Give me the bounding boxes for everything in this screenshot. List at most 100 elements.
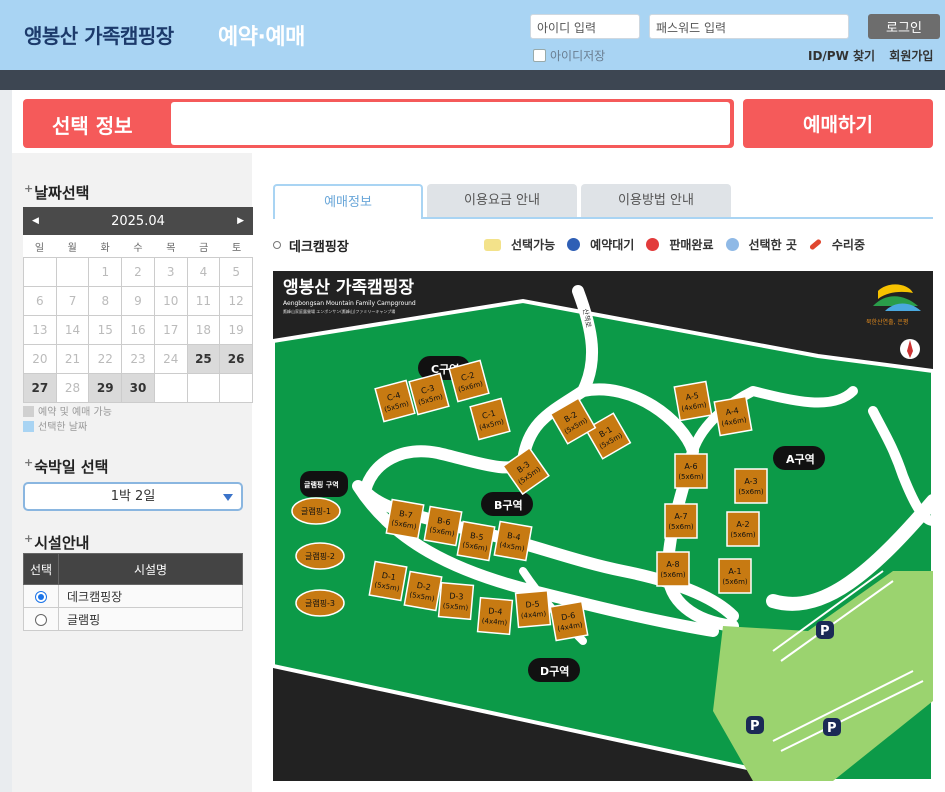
id-input[interactable]: 아이디 입력 bbox=[530, 14, 640, 39]
calendar-day: 10 bbox=[154, 287, 188, 316]
info-tabs: 예매정보 이용요금 안내 이용방법 안내 bbox=[273, 184, 933, 219]
tab-fee-guide[interactable]: 이용요금 안내 bbox=[427, 184, 577, 217]
facility-radio-cell[interactable] bbox=[23, 584, 59, 608]
campsite[interactable]: A-7 (5x6m) bbox=[664, 503, 698, 539]
campsite-size: (5x6m) bbox=[730, 531, 756, 539]
campsite[interactable]: A-5(4x6m) bbox=[673, 380, 713, 422]
legend-repair: 수리중 bbox=[808, 236, 865, 253]
campsite-pad[interactable] bbox=[718, 558, 752, 594]
chevron-down-icon bbox=[223, 494, 233, 501]
campsite-size: (5x6m) bbox=[660, 571, 686, 579]
campsite[interactable]: D-6(4x4m) bbox=[549, 600, 589, 642]
legend-waiting-label: 예약대기 bbox=[590, 238, 635, 252]
campsite-pad[interactable] bbox=[734, 468, 768, 504]
campsite[interactable]: A-1 (5x6m) bbox=[718, 558, 752, 594]
logo-text: 북한산연출, 은평 bbox=[866, 318, 908, 326]
calendar-day: 28 bbox=[56, 374, 90, 403]
calendar: ◀ 2025.04 ▶ 일월화수목금토 1 2 3 4 5 6 7 8 9 10 11 12 13 14 1… bbox=[23, 207, 253, 403]
status-legend: 선택가능 예약대기 판매완료 선택한 곳 수리중 bbox=[484, 236, 865, 253]
weekday-label: 일 bbox=[34, 242, 45, 254]
legend-available: 예약 및 예매 가능 bbox=[38, 407, 112, 418]
clock-icon bbox=[567, 238, 581, 251]
campsite[interactable]: 글램핑-1 bbox=[291, 497, 341, 525]
site-subtitle: 예약·예매 bbox=[218, 25, 305, 50]
campsite[interactable]: A-2 (5x6m) bbox=[726, 511, 760, 547]
nights-select-value: 1박 2일 bbox=[110, 489, 156, 504]
campsite[interactable]: D-3(5x5m) bbox=[437, 581, 475, 621]
nights-select[interactable]: 1박 2일 bbox=[23, 482, 243, 511]
tab-booking-info[interactable]: 예매정보 bbox=[273, 184, 423, 219]
weekday-label: 화 bbox=[100, 242, 110, 254]
facility-row[interactable]: 데크캠핑장 bbox=[23, 584, 243, 608]
campsite-name: 글램핑-1 bbox=[301, 506, 331, 516]
find-id-pw-link[interactable]: ID/PW 찾기 bbox=[808, 49, 875, 63]
campsite[interactable]: A-4(4x6m) bbox=[713, 395, 753, 437]
campsite-name: 글램핑-2 bbox=[305, 551, 335, 561]
calendar-day[interactable]: 26 bbox=[220, 345, 253, 374]
tab-usage-guide[interactable]: 이용방법 안내 bbox=[581, 184, 731, 217]
prev-month-icon[interactable]: ◀ bbox=[32, 216, 39, 226]
calendar-day: 20 bbox=[24, 345, 57, 374]
calendar-day: 9 bbox=[122, 287, 155, 316]
book-button[interactable]: 예매하기 bbox=[743, 99, 933, 148]
facility-radio-cell[interactable] bbox=[23, 607, 59, 631]
campsite[interactable]: 글램핑-2 bbox=[295, 542, 345, 570]
campsite-pad[interactable] bbox=[713, 395, 753, 437]
checkbox-icon[interactable] bbox=[533, 49, 546, 62]
campsite[interactable]: D-4(4x4m) bbox=[476, 596, 514, 636]
campsite[interactable]: B-4(4x5m) bbox=[493, 520, 533, 562]
calendar-day bbox=[220, 374, 253, 403]
campsite-pad[interactable] bbox=[656, 551, 690, 587]
facility-row[interactable]: 글램핑 bbox=[23, 607, 243, 631]
date-section-heading: 날짜선택 bbox=[24, 182, 89, 203]
check-circle-icon bbox=[725, 238, 739, 251]
facility-radio[interactable] bbox=[35, 613, 47, 626]
campsite-name: D-3 bbox=[449, 591, 464, 601]
map-section-title: 데크캠핑장 bbox=[273, 236, 349, 255]
selection-info-field bbox=[171, 102, 730, 145]
campsite-name: A-8 bbox=[666, 560, 679, 569]
password-input[interactable]: 패스워드 입력 bbox=[649, 14, 849, 39]
facility-table: 선택 시설명 데크캠핑장 글램핑 bbox=[23, 553, 243, 631]
campsite[interactable]: A-8 (5x6m) bbox=[656, 551, 690, 587]
campsite[interactable]: B-5(5x6m) bbox=[456, 520, 496, 562]
signup-link[interactable]: 회원가입 bbox=[889, 49, 933, 63]
save-id-label: 아이디저장 bbox=[550, 49, 606, 63]
campsite-pad[interactable] bbox=[664, 503, 698, 539]
calendar-day[interactable]: 30 bbox=[122, 374, 155, 403]
site-title[interactable]: 앵봉산 가족캠핑장 bbox=[24, 20, 174, 49]
calendar-legend: 예약 및 예매 가능 선택한 날짜 bbox=[23, 405, 112, 435]
facility-radio[interactable] bbox=[35, 590, 47, 603]
campsite-name: A-3 bbox=[744, 477, 757, 486]
campsite-size: (5x6m) bbox=[668, 523, 694, 531]
campsite-pad[interactable] bbox=[674, 453, 708, 489]
campsite-pad[interactable] bbox=[726, 511, 760, 547]
compass-icon bbox=[900, 339, 920, 359]
campsite[interactable]: A-3 (5x6m) bbox=[734, 468, 768, 504]
save-id-checkbox[interactable]: 아이디저장 bbox=[533, 47, 605, 64]
campsite[interactable]: B-7(5x6m) bbox=[385, 498, 425, 540]
selection-info-label: 선택 정보 bbox=[52, 114, 133, 138]
legend-selectable: 선택가능 bbox=[484, 236, 555, 253]
campsite[interactable]: D-1(5x5m) bbox=[368, 560, 408, 602]
campsite[interactable]: A-6 (5x6m) bbox=[674, 453, 708, 489]
campsite[interactable]: D-5(4x4m) bbox=[514, 589, 552, 629]
next-month-icon[interactable]: ▶ bbox=[237, 216, 244, 226]
campsite-pad[interactable] bbox=[673, 380, 713, 422]
campsite-name: 글램핑-3 bbox=[305, 598, 335, 608]
facility-name: 글램핑 bbox=[58, 607, 243, 631]
login-button[interactable]: 로그인 bbox=[868, 14, 940, 39]
calendar-day[interactable]: 29 bbox=[89, 374, 123, 403]
campsite[interactable]: D-2(5x5m) bbox=[403, 570, 443, 612]
map-subtitle-small: 鷹峰山家庭露營場 エンボンサン(鷹峰山)ファミリーキャンプ場 bbox=[283, 308, 395, 314]
campsite[interactable]: 글램핑-3 bbox=[295, 589, 345, 617]
weekday-label: 토 bbox=[231, 242, 242, 254]
legend-waiting: 예약대기 bbox=[567, 236, 634, 253]
calendar-day[interactable]: 25 bbox=[187, 345, 221, 374]
calendar-day: 8 bbox=[89, 287, 123, 316]
calendar-day bbox=[154, 374, 188, 403]
calendar-day[interactable]: 27 bbox=[24, 374, 57, 403]
campsite-name: A-2 bbox=[736, 520, 749, 529]
campsite[interactable]: B-6(5x6m) bbox=[423, 505, 463, 547]
campsite-size: (5x6m) bbox=[678, 473, 704, 481]
